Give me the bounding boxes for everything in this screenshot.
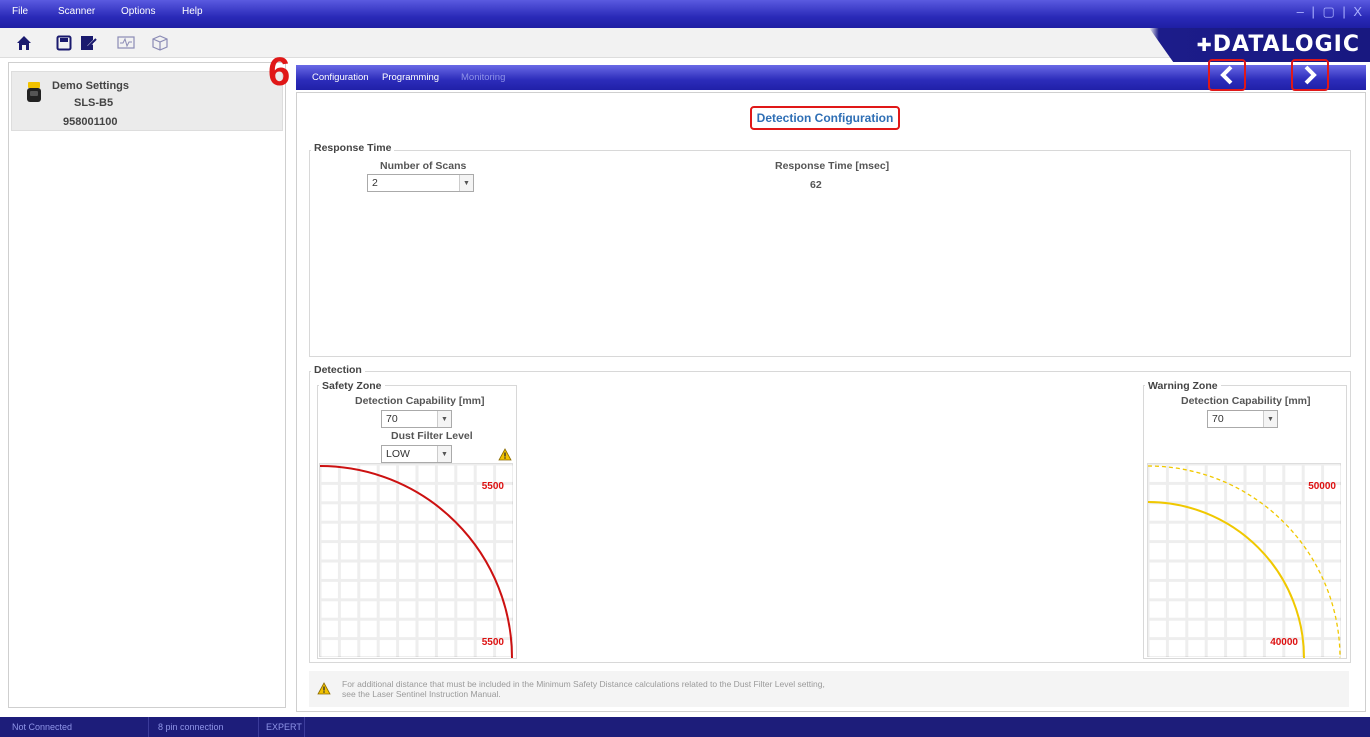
user-mode: EXPERT bbox=[266, 722, 302, 732]
tab-monitoring[interactable]: Monitoring bbox=[461, 72, 505, 83]
device-model: SLS-B5 bbox=[74, 97, 114, 109]
home-icon[interactable] bbox=[12, 31, 36, 55]
menu-options[interactable]: Options bbox=[121, 6, 155, 17]
next-button[interactable] bbox=[1291, 59, 1329, 91]
warning-range-top: 50000 bbox=[1308, 481, 1336, 492]
safety-range-bottom: 5500 bbox=[481, 637, 504, 648]
safety-zone-legend: Safety Zone bbox=[319, 380, 385, 392]
warning-zone-legend: Warning Zone bbox=[1145, 380, 1221, 392]
detection-legend: Detection bbox=[311, 364, 365, 376]
device-serial: 958001100 bbox=[63, 116, 118, 128]
menu-file[interactable]: File bbox=[12, 6, 28, 17]
warning-capability-select[interactable]: 70 ▼ bbox=[1207, 410, 1278, 428]
window-controls[interactable]: – | ▢ | X bbox=[1297, 4, 1364, 20]
device-name: Demo Settings bbox=[52, 80, 130, 92]
pin-connection: 8 pin connection bbox=[158, 722, 224, 732]
warning-range-bottom: 40000 bbox=[1270, 637, 1298, 648]
step-number: 6 bbox=[268, 50, 291, 94]
tab-programming[interactable]: Programming bbox=[382, 72, 439, 83]
connection-status: Not Connected bbox=[12, 722, 73, 732]
chevron-right-icon bbox=[1304, 65, 1317, 85]
menu-bar: File Scanner Options Help – | ▢ | X bbox=[0, 0, 1370, 28]
warning-icon bbox=[317, 682, 331, 695]
dust-filter-select[interactable]: LOW ▼ bbox=[381, 445, 452, 463]
scans-label: Number of Scans bbox=[380, 160, 467, 172]
safety-range-top: 5500 bbox=[481, 481, 504, 492]
response-time-value: 62 bbox=[810, 179, 822, 191]
warning-zone-grid: 50000 40000 bbox=[1147, 463, 1341, 659]
chevron-down-icon: ▼ bbox=[437, 446, 451, 462]
warning-zone-diagram bbox=[1147, 465, 1341, 659]
menu-scanner[interactable]: Scanner bbox=[58, 6, 95, 17]
safety-capability-label: Detection Capability [mm] bbox=[355, 395, 485, 407]
warning-icon[interactable] bbox=[498, 448, 512, 461]
monitor-icon[interactable] bbox=[114, 31, 138, 55]
response-time-label: Response Time [msec] bbox=[775, 160, 890, 172]
dust-filter-label: Dust Filter Level bbox=[391, 430, 473, 442]
chevron-down-icon: ▼ bbox=[459, 175, 473, 191]
response-time-legend: Response Time bbox=[311, 142, 395, 154]
dust-filter-note: For additional distance that must be inc… bbox=[309, 671, 1349, 707]
status-bar: Not Connected 8 pin connection EXPERT bbox=[0, 717, 1370, 737]
safety-zone-grid: 5500 5500 bbox=[319, 463, 513, 659]
main-content: Detection Configuration Response Time Nu… bbox=[296, 92, 1366, 712]
chevron-down-icon: ▼ bbox=[1263, 411, 1277, 427]
cube-icon[interactable] bbox=[148, 31, 172, 55]
scanner-device-icon bbox=[27, 82, 41, 102]
note-line-2: see the Laser Sentinel Instruction Manua… bbox=[342, 689, 501, 699]
chevron-down-icon: ▼ bbox=[437, 411, 451, 427]
datalogic-logo: ✚DATALOGIC bbox=[1196, 32, 1360, 57]
previous-button[interactable] bbox=[1208, 59, 1246, 91]
scans-select[interactable]: 2 ▼ bbox=[367, 174, 474, 192]
send-icon[interactable] bbox=[76, 31, 100, 55]
device-panel: Demo Settings SLS-B5 958001100 bbox=[8, 62, 286, 708]
safety-zone-diagram bbox=[319, 465, 513, 659]
save-icon[interactable] bbox=[52, 31, 76, 55]
tab-bar: Configuration Programming Monitoring bbox=[296, 65, 1366, 90]
page-title: Detection Configuration bbox=[750, 106, 900, 130]
warning-capability-label: Detection Capability [mm] bbox=[1181, 395, 1311, 407]
menu-help[interactable]: Help bbox=[182, 6, 203, 17]
note-line-1: For additional distance that must be inc… bbox=[342, 679, 825, 689]
device-card[interactable]: Demo Settings SLS-B5 958001100 bbox=[11, 71, 283, 131]
tab-configuration[interactable]: Configuration bbox=[312, 72, 369, 83]
chevron-left-icon bbox=[1220, 65, 1233, 85]
safety-capability-select[interactable]: 70 ▼ bbox=[381, 410, 452, 428]
